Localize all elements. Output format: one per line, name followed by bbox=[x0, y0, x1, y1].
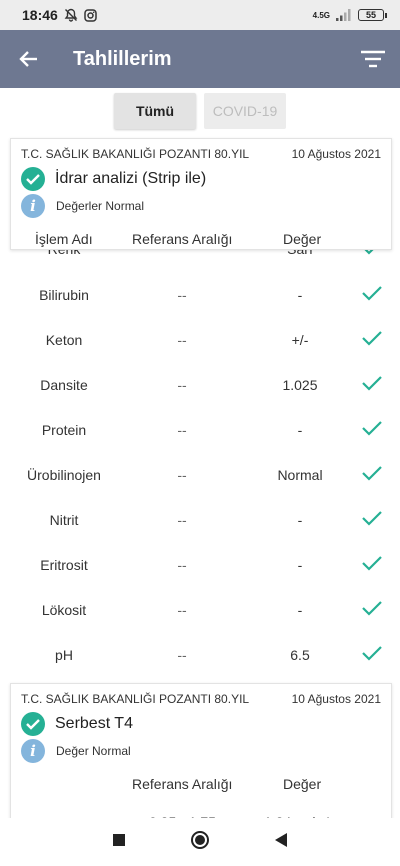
tab-all[interactable]: Tümü bbox=[114, 93, 196, 129]
status-bar: 18:46 4.5G 55 bbox=[0, 0, 400, 30]
result-value: - bbox=[297, 602, 303, 618]
table-row: Protein -- - bbox=[0, 408, 400, 453]
info-icon: i bbox=[21, 194, 45, 218]
network-type: 4.5G bbox=[312, 10, 330, 20]
status-time: 18:46 bbox=[22, 7, 58, 23]
check-icon bbox=[362, 420, 382, 439]
check-icon bbox=[362, 465, 382, 484]
header-range: Referans Aralığı bbox=[132, 231, 233, 247]
test-date: 10 Ağustos 2021 bbox=[291, 147, 381, 161]
result-name: Dansite bbox=[40, 377, 88, 393]
filter-icon bbox=[361, 50, 385, 68]
arrow-left-icon bbox=[19, 51, 37, 67]
result-name: Eritrosit bbox=[40, 557, 88, 573]
filter-button[interactable] bbox=[346, 30, 400, 88]
check-circle-icon bbox=[21, 712, 45, 736]
header-value: Değer bbox=[283, 231, 322, 247]
table-row: Lökosit -- - bbox=[0, 588, 400, 633]
header-range: Referans Aralığı bbox=[132, 776, 233, 792]
institution-name: T.C. SAĞLIK BAKANLIĞI POZANTI 80.YIL bbox=[21, 692, 250, 706]
test-card-urine[interactable]: T.C. SAĞLIK BAKANLIĞI POZANTI 80.YIL 10 … bbox=[10, 138, 392, 250]
result-name: Protein bbox=[41, 422, 87, 438]
table-header: İşlem Adı Referans Aralığı Değer bbox=[11, 219, 391, 257]
header-name: İşlem Adı bbox=[35, 231, 93, 247]
result-range: -- bbox=[177, 422, 187, 438]
battery-level: 55 bbox=[365, 10, 376, 20]
table-row: Nitrit -- - bbox=[0, 498, 400, 543]
result-value: 6.5 bbox=[290, 647, 310, 663]
table-row: Dansite -- 1.025 bbox=[0, 363, 400, 408]
result-range: -- bbox=[177, 287, 187, 303]
result-value: Normal bbox=[277, 467, 323, 483]
check-icon bbox=[362, 645, 382, 664]
table-row: Keton -- +/- bbox=[0, 318, 400, 363]
result-value: - bbox=[297, 287, 303, 303]
instagram-icon bbox=[84, 8, 97, 22]
result-name: Ürobilinojen bbox=[27, 467, 101, 483]
result-value: - bbox=[297, 512, 303, 528]
battery-icon: 55 bbox=[358, 9, 387, 21]
test-name: İdrar analizi (Strip ile) bbox=[55, 170, 207, 187]
back-nav-button[interactable] bbox=[274, 832, 288, 853]
page-title: Tahlillerim bbox=[73, 47, 172, 70]
result-name: pH bbox=[55, 647, 73, 663]
result-status: Değer Normal bbox=[56, 744, 131, 758]
test-date: 10 Ağustos 2021 bbox=[291, 692, 381, 706]
check-icon bbox=[362, 600, 382, 619]
result-value: - bbox=[297, 557, 303, 573]
table-row: Eritrosit -- - bbox=[0, 543, 400, 588]
triangle-back-icon bbox=[275, 832, 287, 847]
recents-button[interactable] bbox=[112, 833, 126, 852]
signal-icon bbox=[336, 9, 351, 21]
check-icon bbox=[362, 285, 382, 304]
table-row: pH -- 6.5 bbox=[0, 633, 400, 678]
check-icon bbox=[362, 510, 382, 529]
result-name: Lökosit bbox=[41, 602, 87, 618]
table-row: Bilirubin -- - bbox=[0, 273, 400, 318]
check-icon bbox=[362, 330, 382, 349]
info-icon: i bbox=[21, 739, 45, 763]
result-status: Değerler Normal bbox=[56, 199, 145, 213]
test-name: Serbest T4 bbox=[55, 715, 133, 732]
back-button[interactable] bbox=[0, 30, 58, 88]
notifications-off-icon bbox=[64, 8, 78, 22]
result-name: Keton bbox=[45, 332, 83, 348]
system-nav-bar bbox=[0, 818, 400, 866]
result-value: 1.025 bbox=[282, 377, 318, 393]
check-circle-icon bbox=[21, 167, 45, 191]
circle-icon bbox=[191, 830, 209, 849]
result-name: Nitrit bbox=[49, 512, 79, 528]
app-bar: Tahlillerim bbox=[0, 30, 400, 88]
square-icon bbox=[113, 833, 125, 846]
filter-tabs: Tümü COVID-19 bbox=[0, 93, 400, 129]
result-range: -- bbox=[177, 557, 187, 573]
check-icon bbox=[362, 375, 382, 394]
table-row: Ürobilinojen -- Normal bbox=[0, 453, 400, 498]
tab-covid-19[interactable]: COVID-19 bbox=[204, 93, 286, 129]
check-icon bbox=[362, 555, 382, 574]
result-range: -- bbox=[177, 512, 187, 528]
table-header: Referans Aralığı Değer bbox=[11, 764, 391, 802]
result-range: -- bbox=[177, 332, 187, 348]
result-range: -- bbox=[177, 647, 187, 663]
result-range: -- bbox=[177, 602, 187, 618]
result-value: +/- bbox=[291, 332, 309, 348]
header-value: Değer bbox=[283, 776, 322, 792]
home-button[interactable] bbox=[190, 830, 210, 855]
institution-name: T.C. SAĞLIK BAKANLIĞI POZANTI 80.YIL bbox=[21, 147, 250, 161]
result-value: - bbox=[297, 422, 303, 438]
result-range: -- bbox=[177, 377, 187, 393]
test-results-list: Renk Sarı Bilirubin -- - Keton -- +/- Da… bbox=[0, 240, 400, 678]
result-name: Bilirubin bbox=[39, 287, 89, 303]
result-range: -- bbox=[177, 467, 187, 483]
